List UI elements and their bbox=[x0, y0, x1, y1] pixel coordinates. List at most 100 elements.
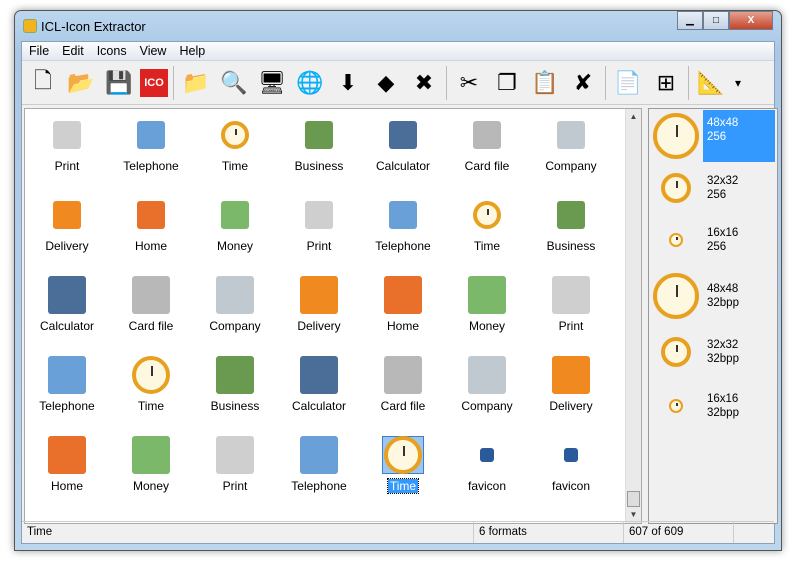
icon-label: Time bbox=[137, 399, 165, 413]
card-file-icon bbox=[467, 117, 507, 153]
save-icon[interactable]: 💾 bbox=[102, 66, 136, 100]
icon-label: Card file bbox=[464, 159, 510, 173]
icon-item[interactable]: Time bbox=[361, 431, 445, 511]
vertical-scrollbar[interactable]: ▲ ▼ bbox=[625, 109, 641, 523]
monitor-search-icon[interactable]: 🖥 bbox=[255, 66, 289, 100]
icon-item[interactable]: Company bbox=[445, 351, 529, 431]
icon-item[interactable]: Business bbox=[277, 111, 361, 191]
cut-icon[interactable]: ✂ bbox=[452, 66, 486, 100]
scroll-thumb[interactable] bbox=[627, 491, 640, 507]
minimize-button[interactable]: ▁ bbox=[677, 11, 703, 30]
icon-item[interactable]: Print bbox=[277, 191, 361, 271]
icon-item[interactable]: favicon bbox=[529, 431, 613, 511]
icon-item[interactable]: Print bbox=[25, 111, 109, 191]
format-item[interactable]: 48x48 256 bbox=[649, 109, 777, 163]
icon-item[interactable]: favicon bbox=[445, 431, 529, 511]
time-icon bbox=[382, 436, 424, 474]
icon-item[interactable]: Time bbox=[445, 191, 529, 271]
dropdown-icon[interactable]: ▾ bbox=[732, 66, 744, 100]
icon-label: Home bbox=[386, 319, 419, 333]
icon-item[interactable]: Delivery bbox=[529, 351, 613, 431]
icon-item[interactable]: Home bbox=[109, 191, 193, 271]
cubes-icon[interactable]: ◆ bbox=[369, 66, 403, 100]
icon-item[interactable]: Telephone bbox=[109, 111, 193, 191]
properties-icon[interactable]: 📄 bbox=[611, 66, 645, 100]
business-icon bbox=[215, 356, 255, 394]
icon-label: favicon bbox=[467, 479, 507, 493]
icon-item[interactable]: Home bbox=[361, 271, 445, 351]
status-name: Time bbox=[22, 522, 474, 543]
close-button[interactable]: X bbox=[729, 11, 773, 30]
new-icon[interactable]: 🗋 bbox=[26, 66, 60, 100]
format-item[interactable]: 48x48 32bpp bbox=[649, 269, 777, 323]
open-folder-icon[interactable]: 📂 bbox=[64, 66, 98, 100]
app-icon bbox=[23, 19, 37, 33]
icon-item[interactable]: Money bbox=[445, 271, 529, 351]
icon-item[interactable]: Money bbox=[193, 191, 277, 271]
save-ico-icon[interactable]: ICO bbox=[140, 68, 168, 97]
icon-item[interactable]: Telephone bbox=[277, 431, 361, 511]
menu-file[interactable]: File bbox=[22, 42, 55, 60]
icon-item[interactable]: Business bbox=[529, 191, 613, 271]
toolbar-separator bbox=[173, 65, 174, 100]
icon-item[interactable]: Calculator bbox=[361, 111, 445, 191]
icon-label: Time bbox=[386, 478, 420, 494]
menu-edit[interactable]: Edit bbox=[55, 42, 90, 60]
menu-help[interactable]: Help bbox=[172, 42, 211, 60]
business-icon bbox=[299, 117, 339, 153]
icon-item[interactable]: Calculator bbox=[25, 271, 109, 351]
icon-item[interactable]: Home bbox=[25, 431, 109, 511]
money-icon bbox=[215, 197, 255, 233]
icon-item[interactable]: Print bbox=[529, 271, 613, 351]
add-folder-icon[interactable]: 📁 bbox=[179, 66, 213, 100]
icon-label: Time bbox=[221, 159, 249, 173]
icon-item[interactable]: Card file bbox=[109, 271, 193, 351]
icon-item[interactable]: Card file bbox=[445, 111, 529, 191]
delete-icon[interactable]: ✘ bbox=[566, 66, 600, 100]
icon-item[interactable]: Company bbox=[529, 111, 613, 191]
windows-icon[interactable]: ⊞ bbox=[649, 66, 683, 100]
extract-image-icon[interactable]: ⬇ bbox=[331, 66, 365, 100]
icon-item[interactable]: Money bbox=[109, 431, 193, 511]
format-item[interactable]: 32x32 32bpp bbox=[649, 325, 777, 379]
paste-icon[interactable]: 📋 bbox=[528, 66, 562, 100]
icon-item[interactable]: Calculator bbox=[277, 351, 361, 431]
clock-icon bbox=[649, 173, 703, 203]
icon-item[interactable]: Business bbox=[193, 351, 277, 431]
globe-search-icon[interactable]: 🌐 bbox=[293, 66, 327, 100]
search-folder-icon[interactable]: 🔍 bbox=[217, 66, 251, 100]
resize-icon[interactable]: 📐 bbox=[694, 66, 728, 100]
maximize-button[interactable]: □ bbox=[703, 11, 729, 30]
icon-label: Company bbox=[461, 399, 513, 413]
icon-label: Card file bbox=[128, 319, 174, 333]
format-item[interactable]: 32x32 256 bbox=[649, 161, 777, 215]
icon-item[interactable]: Telephone bbox=[361, 191, 445, 271]
icon-item[interactable]: Telephone bbox=[25, 351, 109, 431]
favicon-icon bbox=[467, 437, 507, 473]
scroll-up-button[interactable]: ▲ bbox=[626, 109, 641, 125]
menu-view[interactable]: View bbox=[133, 42, 173, 60]
icon-item[interactable]: Time bbox=[109, 351, 193, 431]
icon-item[interactable]: Print bbox=[193, 431, 277, 511]
print-icon bbox=[47, 117, 87, 153]
format-item[interactable]: 16x16 256 bbox=[649, 213, 777, 267]
clock-icon bbox=[649, 337, 703, 367]
icon-label: Calculator bbox=[39, 319, 95, 333]
toolbar: 🗋 📂 💾 ICO 📁 🔍 🖥 🌐 ⬇ ◆ ✖ ✂ ❐ 📋 ✘ 📄 ⊞ 📐 ▾ bbox=[22, 61, 774, 105]
menu-icons[interactable]: Icons bbox=[90, 42, 133, 60]
icon-item[interactable]: Delivery bbox=[277, 271, 361, 351]
print-icon bbox=[551, 276, 591, 314]
delivery-icon bbox=[47, 197, 87, 233]
icon-item[interactable]: Card file bbox=[361, 351, 445, 431]
format-depth: 32bpp bbox=[707, 297, 739, 309]
icon-label: Telephone bbox=[39, 399, 95, 413]
delete-image-icon[interactable]: ✖ bbox=[407, 66, 441, 100]
icon-label: Home bbox=[134, 239, 167, 253]
format-item[interactable]: 16x16 32bpp bbox=[649, 379, 777, 433]
icon-label: Delivery bbox=[45, 239, 89, 253]
icon-item[interactable]: Company bbox=[193, 271, 277, 351]
icon-grid: ▲ ▼ Print Telephone Time Business Calculator… bbox=[24, 108, 642, 524]
icon-item[interactable]: Delivery bbox=[25, 191, 109, 271]
copy-icon[interactable]: ❐ bbox=[490, 66, 524, 100]
icon-item[interactable]: Time bbox=[193, 111, 277, 191]
